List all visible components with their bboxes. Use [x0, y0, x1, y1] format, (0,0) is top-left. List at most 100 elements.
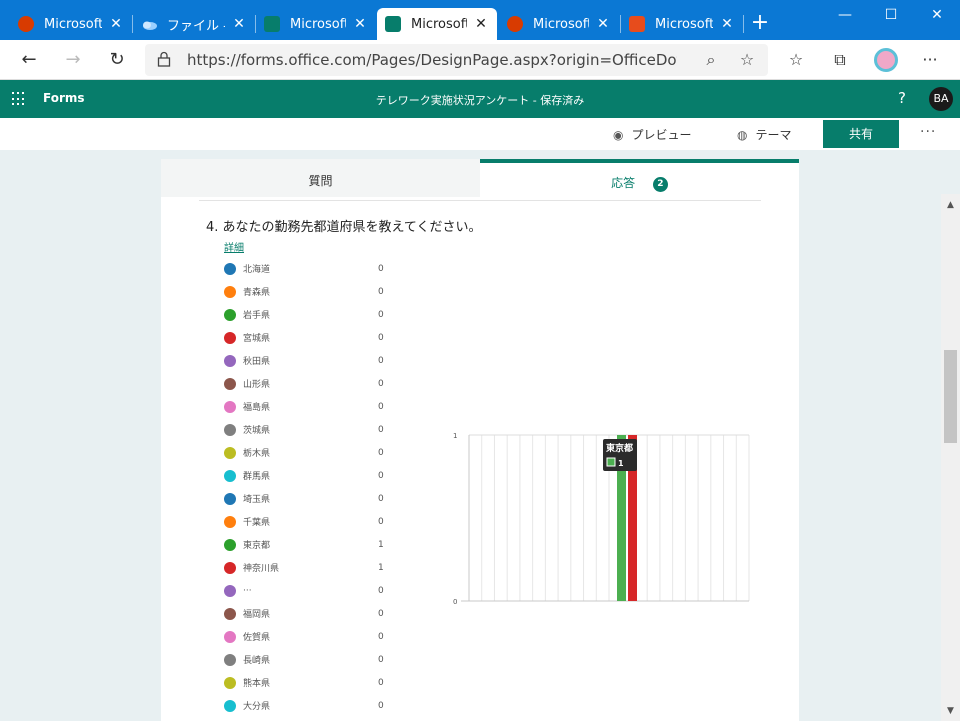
- y-tick-label: 0: [453, 598, 457, 606]
- legend-label: 群馬県: [243, 472, 271, 482]
- collections-icon[interactable]: ⧉: [828, 48, 852, 72]
- close-icon[interactable]: ✕: [108, 16, 124, 32]
- divider: [199, 200, 761, 201]
- browser-tab-6[interactable]: Microsoft ✕: [621, 8, 743, 40]
- command-bar: ◉ プレビュー ◍ テーマ 共有 ···: [0, 118, 960, 150]
- legend-count: 0: [378, 263, 384, 274]
- legend-label: 東京都: [243, 541, 271, 551]
- legend-label: 熊本県: [243, 679, 271, 689]
- legend-swatch: [224, 561, 236, 574]
- tooltip-swatch: [606, 457, 616, 467]
- settings-more-icon[interactable]: ···: [918, 48, 942, 72]
- legend-item: 秋田県 0: [224, 349, 424, 372]
- scrollbar[interactable]: [941, 194, 960, 721]
- scrollbar-thumb[interactable]: [944, 350, 957, 443]
- legend-swatch: [224, 308, 236, 321]
- onedrive-icon: [141, 16, 157, 32]
- legend-swatch: [224, 331, 236, 344]
- details-link[interactable]: 詳細: [224, 239, 244, 254]
- office-icon: [18, 16, 34, 32]
- legend-count: 0: [378, 286, 384, 297]
- legend-swatch: [224, 653, 236, 666]
- legend-count: 0: [378, 424, 384, 435]
- help-icon[interactable]: ?: [898, 89, 906, 107]
- browser-tab-1[interactable]: Microsoft ✕: [10, 8, 132, 40]
- legend-swatch: [224, 699, 236, 712]
- favorite-star-icon[interactable]: ☆: [737, 50, 757, 70]
- legend-swatch: [224, 400, 236, 413]
- legend-item: 福島県 0: [224, 395, 424, 418]
- legend-item: 神奈川県 1: [224, 556, 424, 579]
- legend-label: 福岡県: [243, 610, 271, 620]
- legend-swatch: [224, 515, 236, 528]
- legend-item: 千葉県 0: [224, 510, 424, 533]
- url-field[interactable]: https://forms.office.com/Pages/DesignPag…: [145, 44, 768, 76]
- palette-icon: ◍: [737, 127, 748, 142]
- legend-label: 神奈川県: [243, 564, 280, 574]
- browser-tab-3[interactable]: Microsoft ✕: [256, 8, 376, 40]
- share-button[interactable]: 共有: [823, 120, 899, 148]
- legend-count: 0: [378, 677, 384, 688]
- content-tabs: 質問 応答 2: [161, 159, 799, 199]
- back-arrow-icon[interactable]: ←: [15, 46, 43, 74]
- response-count-badge: 2: [652, 177, 668, 192]
- more-options-icon[interactable]: ···: [920, 124, 936, 140]
- refresh-icon[interactable]: ↻: [103, 46, 131, 74]
- legend-item: 茨城県 0: [224, 418, 424, 441]
- legend-item: 青森県 0: [224, 280, 424, 303]
- legend-item: 東京都 1: [224, 533, 424, 556]
- close-icon[interactable]: ✕: [231, 16, 247, 32]
- tab-separator: [743, 15, 744, 33]
- legend-item: 宮城県 0: [224, 326, 424, 349]
- legend-count: 0: [378, 470, 384, 481]
- legend-item: 埼玉県 0: [224, 487, 424, 510]
- tab-responses[interactable]: 応答 2: [480, 159, 799, 197]
- legend-label: 青森県: [243, 288, 271, 298]
- legend-swatch: [224, 492, 236, 505]
- close-icon[interactable]: ✕: [352, 16, 368, 32]
- user-avatar[interactable]: BA: [929, 87, 953, 111]
- tooltip-name: 東京都: [606, 442, 633, 454]
- legend-item: 佐賀県 0: [224, 625, 424, 648]
- legend-count: 0: [378, 493, 384, 504]
- zoom-icon[interactable]: ⌕: [701, 50, 721, 70]
- preview-button[interactable]: ◉ プレビュー: [613, 126, 692, 143]
- scroll-down-arrow[interactable]: ▼: [941, 703, 960, 719]
- theme-button[interactable]: ◍ テーマ: [737, 126, 792, 143]
- legend-swatch: [224, 262, 236, 275]
- close-icon[interactable]: ✕: [719, 16, 735, 32]
- bar-chart: 1 0 東京都 1: [453, 432, 750, 606]
- legend-count: 1: [378, 539, 384, 550]
- close-icon[interactable]: ✕: [595, 16, 611, 32]
- tab-questions[interactable]: 質問: [161, 159, 480, 197]
- browser-tab-2[interactable]: ファイル - O ✕: [133, 8, 255, 40]
- window-close-icon[interactable]: ✕: [914, 0, 960, 32]
- address-bar: ← → ↻ https://forms.office.com/Pages/Des…: [0, 40, 960, 80]
- minimize-icon[interactable]: —: [822, 0, 868, 32]
- close-icon[interactable]: ✕: [473, 16, 489, 32]
- legend-swatch: [224, 285, 236, 298]
- legend-item: 栃木県 0: [224, 441, 424, 464]
- legend-swatch: [224, 584, 236, 597]
- browser-tab-4-active[interactable]: Microsoft ✕: [377, 8, 497, 40]
- legend-item: ··· 0: [224, 579, 424, 602]
- legend-item: 熊本県 0: [224, 671, 424, 694]
- new-tab-button[interactable]: +: [748, 10, 772, 38]
- legend-item: 山形県 0: [224, 372, 424, 395]
- legend-item: 岩手県 0: [224, 303, 424, 326]
- legend-count: 0: [378, 585, 384, 596]
- favorites-list-icon[interactable]: ☆: [784, 48, 808, 72]
- y-tick-label: 1: [453, 432, 457, 440]
- forward-arrow-icon[interactable]: →: [59, 46, 87, 74]
- legend-label: 秋田県: [243, 357, 271, 367]
- profile-avatar[interactable]: [874, 48, 898, 72]
- legend-count: 0: [378, 378, 384, 389]
- document-title: テレワーク実施状況アンケート - 保存済み: [375, 94, 585, 107]
- office-red-icon: [629, 16, 645, 32]
- legend-count: 0: [378, 516, 384, 527]
- legend-label: 千葉県: [243, 518, 271, 528]
- legend-item: 長崎県 0: [224, 648, 424, 671]
- browser-tab-5[interactable]: Microsoft ✕: [499, 8, 619, 40]
- scroll-up-arrow[interactable]: ▲: [941, 197, 960, 213]
- maximize-icon[interactable]: ☐: [868, 0, 914, 32]
